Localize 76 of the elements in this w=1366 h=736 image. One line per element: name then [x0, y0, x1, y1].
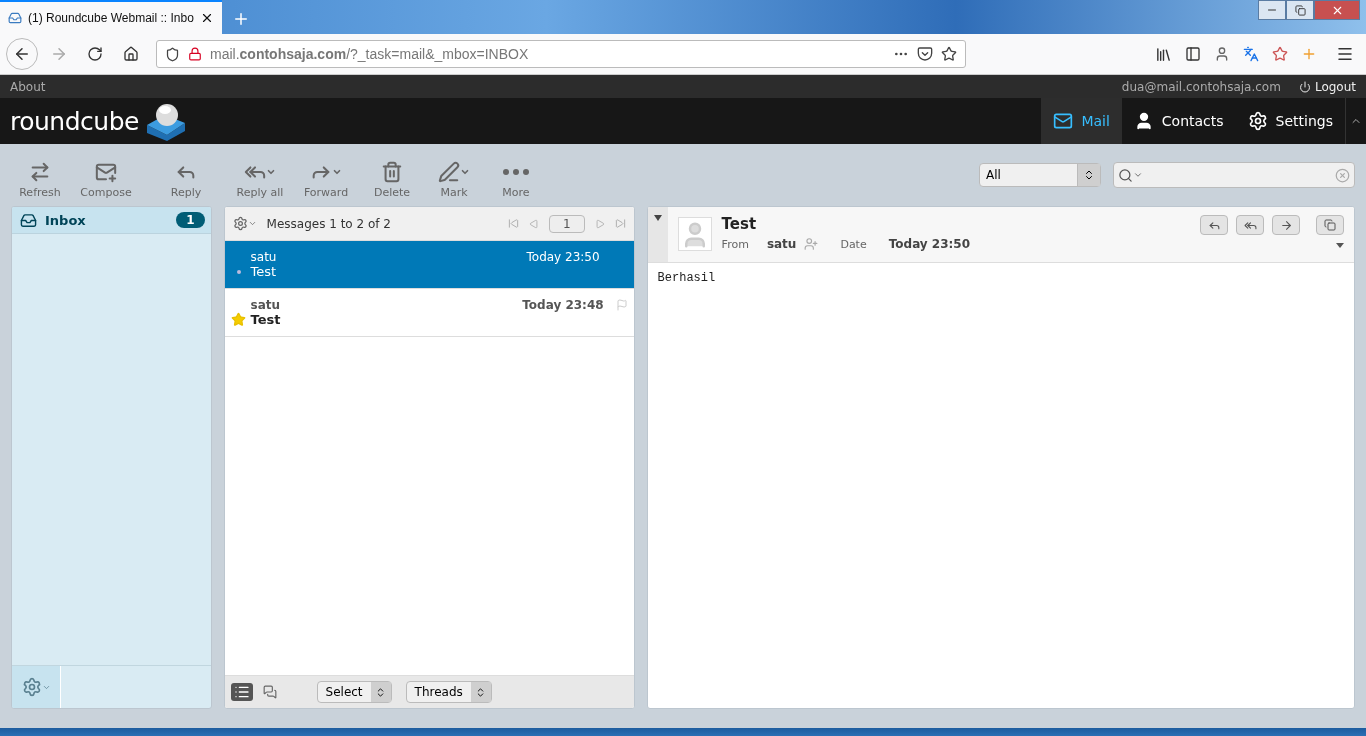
forward-button[interactable]	[1272, 215, 1300, 235]
caret-icon	[332, 167, 342, 177]
inbox-tray-icon	[20, 211, 37, 229]
user-email[interactable]: dua@mail.contohsaja.com	[1121, 79, 1281, 94]
reload-icon	[87, 46, 103, 62]
search-icon[interactable]	[1118, 167, 1143, 183]
home-icon	[123, 46, 139, 62]
message-count: Messages 1 to 2 of 2	[266, 216, 392, 231]
toolbar-button[interactable]: Mark	[423, 159, 485, 199]
reply-button[interactable]	[1200, 215, 1228, 235]
caret-icon	[460, 167, 470, 177]
message-row[interactable]: satu Today 23:50 Test	[224, 241, 634, 289]
settings-icon	[1247, 111, 1268, 131]
caret-icon[interactable]	[1336, 243, 1344, 248]
toolbar-button[interactable]: Forward	[291, 159, 361, 199]
search-field[interactable]	[1113, 162, 1355, 188]
library-icon[interactable]	[1155, 45, 1172, 63]
threads-dropdown[interactable]: Threads	[405, 681, 492, 703]
avatar-placeholder	[677, 217, 712, 251]
address-bar[interactable]: mail.contohsaja.com/?_task=mail&_mbox=INBOX	[156, 40, 966, 68]
restore-icon	[1294, 4, 1306, 16]
restore-button[interactable]	[1286, 0, 1314, 20]
new-tab-icon[interactable]	[232, 10, 250, 28]
sender-name[interactable]: satu	[766, 237, 797, 251]
right-arrow-icon	[1279, 218, 1293, 232]
forward-arrow-icon	[50, 45, 68, 63]
logout-link[interactable]: Logout	[1298, 79, 1356, 94]
list-view-icon[interactable]	[230, 683, 253, 701]
toolbar-button[interactable]: Reply	[143, 159, 229, 199]
about-link[interactable]: About	[10, 79, 46, 94]
star-icon	[231, 312, 247, 327]
pocket-icon[interactable]	[917, 46, 933, 62]
browser-tab[interactable]: (1) Roundcube Webmail :: Inbo	[0, 0, 222, 34]
collapse-icon[interactable]	[647, 207, 668, 262]
nav-tab[interactable]: Contacts	[1121, 98, 1236, 144]
toolbar-button[interactable]: Compose	[69, 159, 143, 199]
swap-arrows-icon	[29, 161, 51, 183]
from-label: From	[721, 237, 749, 251]
settings-icon[interactable]	[12, 666, 61, 708]
folder-item[interactable]: Inbox 1	[12, 207, 211, 234]
open-window-button[interactable]	[1316, 215, 1344, 235]
date-label: Date	[840, 237, 867, 251]
reply-all-button[interactable]	[1236, 215, 1264, 235]
select-dropdown[interactable]: Select	[316, 681, 392, 703]
page-number-field[interactable]: 1	[548, 214, 585, 233]
avatar-icon[interactable]	[1214, 46, 1230, 62]
message-row[interactable]: satu Today 23:48 Test	[224, 289, 634, 337]
trash-icon	[381, 161, 403, 183]
roundcube-logo[interactable]: roundcube	[0, 98, 189, 144]
dots-icon	[503, 169, 529, 175]
up-down-icon	[1083, 169, 1095, 181]
envelope-plus-icon	[95, 161, 117, 183]
add-contact-icon[interactable]	[804, 237, 819, 251]
toolbar-button[interactable]: Reply all	[229, 159, 291, 199]
caret-icon	[266, 167, 276, 177]
filter-select[interactable]: All	[979, 163, 1101, 187]
message-date: Today 23:50	[888, 237, 971, 251]
bullet-icon	[236, 269, 241, 274]
toolbar-button[interactable]: More	[485, 159, 547, 199]
insecure-lock-icon	[188, 47, 202, 61]
message-body: Berhasil	[656, 270, 717, 287]
threads-icon[interactable]	[262, 685, 277, 699]
toolbar-button[interactable]: Delete	[361, 159, 423, 199]
shield-icon	[165, 46, 180, 62]
minimize-button[interactable]	[1258, 0, 1286, 20]
nav-tab[interactable]: Settings	[1235, 98, 1345, 144]
message-subject: Test	[721, 215, 758, 233]
nav-tab[interactable]: Mail	[1041, 98, 1122, 144]
bookmark-star-icon[interactable]	[941, 46, 957, 62]
pen-icon	[438, 161, 460, 183]
windows-icon	[1324, 219, 1336, 231]
settings-icon[interactable]	[232, 216, 257, 231]
envelope-icon	[1053, 111, 1074, 131]
power-icon	[1298, 80, 1311, 93]
close-icon[interactable]	[200, 11, 214, 25]
toolbar-button[interactable]: Refresh	[11, 159, 69, 199]
